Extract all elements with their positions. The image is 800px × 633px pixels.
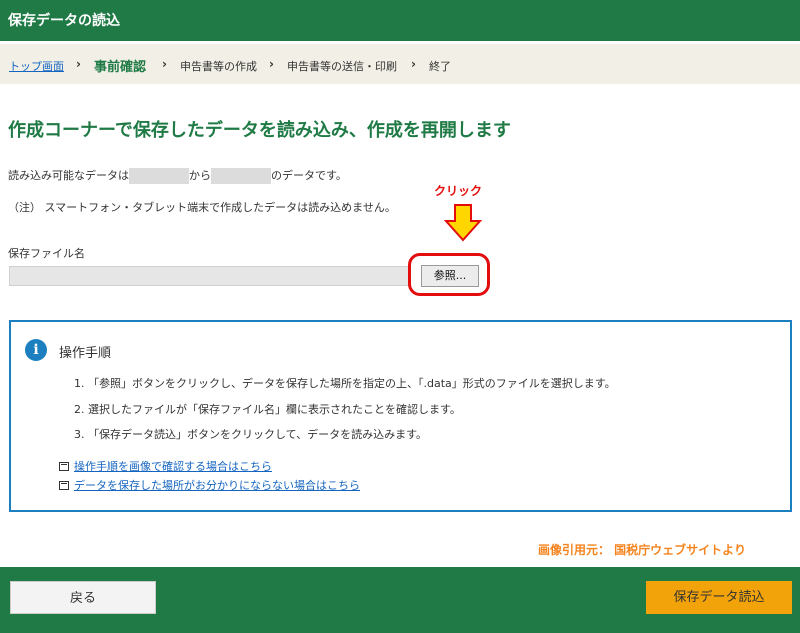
breadcrumb-chevron-icon: › (269, 57, 274, 71)
range-suffix: のデータです。 (271, 169, 347, 182)
breadcrumb-top-link[interactable]: トップ画面 (9, 58, 64, 74)
breadcrumb: トップ画面 › 事前確認 › 申告書等の作成 › 申告書等の送信・印刷 › 終了 (0, 44, 800, 84)
page-header-title: 保存データの読込 (8, 13, 120, 29)
app-header: 保存データの読込 (0, 0, 800, 41)
document-icon (59, 462, 69, 471)
save-location-help-link[interactable]: データを保存した場所がお分かりにならない場合はこちら (59, 477, 360, 493)
file-name-label: 保存ファイル名 (8, 247, 85, 260)
note-text: （注） スマートフォン・タブレット端末で作成したデータは読み込めません。 (8, 201, 396, 214)
instruction-step: 3. 「保存データ読込」ボタンをクリックして、データを読み込みます。 (74, 428, 428, 441)
annotation-highlight-circle (408, 253, 490, 296)
redacted-date-end (211, 168, 271, 184)
breadcrumb-step-create: 申告書等の作成 (180, 60, 257, 73)
breadcrumb-chevron-icon: › (162, 57, 167, 71)
breadcrumb-step-send: 申告書等の送信・印刷 (287, 60, 397, 73)
instructions-panel: i 操作手順 1. 「参照」ボタンをクリックし、データを保存した場所を指定の上、… (9, 320, 792, 512)
redacted-date-start (129, 168, 189, 184)
back-button[interactable]: 戻る (10, 581, 156, 614)
load-saved-data-button[interactable]: 保存データ読込 (646, 581, 792, 614)
document-icon (59, 481, 69, 490)
save-location-help-link-text[interactable]: データを保存した場所がお分かりにならない場合はこちら (74, 479, 360, 492)
footer-bar: 戻る 保存データ読込 (0, 567, 800, 633)
range-middle: から (189, 169, 211, 182)
breadcrumb-chevron-icon: › (76, 57, 81, 71)
instruction-step: 1. 「参照」ボタンをクリックし、データを保存した場所を指定の上、「.data」… (74, 377, 616, 390)
image-guide-link-text[interactable]: 操作手順を画像で確認する場合はこちら (74, 460, 272, 473)
breadcrumb-current-step: 事前確認 (94, 60, 147, 75)
info-icon: i (25, 339, 47, 361)
data-range-text: 読み込み可能なデータは から のデータです。 (8, 167, 347, 184)
image-guide-link[interactable]: 操作手順を画像で確認する場合はこちら (59, 458, 272, 474)
annotation-click-label: クリック (434, 184, 483, 198)
page-title: 作成コーナーで保存したデータを読み込み、作成を再開します (8, 120, 511, 141)
range-prefix: 読み込み可能なデータは (8, 169, 129, 182)
breadcrumb-chevron-icon: › (411, 57, 416, 71)
file-name-field[interactable] (9, 266, 409, 286)
image-credit: 画像引用元： 国税庁ウェブサイトより (538, 543, 746, 557)
instruction-step: 2. 選択したファイルが「保存ファイル名」欄に表示されたことを確認します。 (74, 403, 461, 416)
annotation-down-arrow-icon (444, 204, 482, 242)
breadcrumb-step-end: 終了 (429, 60, 451, 73)
instructions-title: 操作手順 (59, 346, 112, 361)
